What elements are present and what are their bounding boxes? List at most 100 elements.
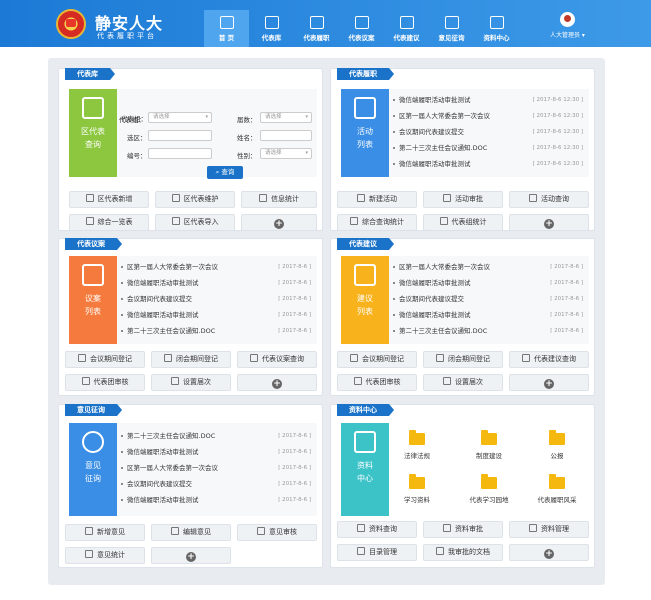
maintain-daibiao-button[interactable]: 区代表维护 — [155, 191, 235, 208]
clipboard-icon — [354, 16, 369, 29]
button-label: 闭会期间登记 — [176, 355, 218, 363]
group-stats-button[interactable]: 代表组统计 — [423, 214, 503, 231]
set-session-button[interactable]: 设置届次 — [151, 374, 231, 391]
session-register-button[interactable]: 会议期间登记 — [337, 351, 417, 368]
list-item[interactable]: 微信端履职活动审批测试 [ 2017-8-6 ] — [119, 493, 315, 508]
list-item[interactable]: 第二十三次主任会议通知.DOC [ 2017-8-6 12:30 ] — [391, 141, 587, 156]
more-button[interactable]: + — [509, 214, 589, 231]
edit-opinion-button[interactable]: 编辑意见 — [151, 524, 231, 541]
gender-select[interactable]: 请选择 ▾ — [260, 148, 312, 159]
home-icon — [219, 16, 234, 29]
list-item[interactable]: 微信端履职活动审批测试 [ 2017-8-6 ] — [391, 308, 587, 323]
bullet — [121, 498, 123, 501]
query-button[interactable]: ⌕ 查询 — [207, 166, 243, 179]
list-item[interactable]: 会议期间代表建议提交 [ 2017-8-6 ] — [119, 477, 315, 492]
list-item[interactable]: 微信端履职活动审批测试 [ 2017-8-6 ] — [119, 276, 315, 291]
more-button[interactable]: + — [151, 547, 231, 564]
folder-icon[interactable] — [409, 474, 425, 489]
new-opinion-button[interactable]: 新增意见 — [65, 524, 145, 541]
nav-ziliao[interactable]: 资料中心 — [474, 10, 519, 47]
group-select[interactable]: 请选择 ▾ — [148, 112, 212, 123]
folder-icon[interactable] — [409, 430, 425, 445]
folder-label[interactable]: 法律法规 — [377, 450, 457, 460]
folder-icon[interactable] — [549, 430, 565, 445]
list-item[interactable]: 第二十三次主任会议通知.DOC [ 2017-8-6 ] — [119, 429, 315, 444]
item-date: [ 2017-8-6 ] — [278, 433, 311, 439]
list-item[interactable]: 区第一届人大常委会第一次会议 [ 2017-8-6 ] — [119, 260, 315, 275]
opinion-stats-button[interactable]: 意见统计 — [65, 547, 145, 564]
list-item[interactable]: 会议期间代表建议提交 [ 2017-8-6 12:30 ] — [391, 125, 587, 140]
block-opinion[interactable]: 意见 征询 — [69, 423, 117, 516]
info-stats-button[interactable]: 信息统计 — [241, 191, 317, 208]
list-item[interactable]: 微信端履职活动审批测试 [ 2017-8-6 ] — [119, 445, 315, 460]
edit-doc-icon — [171, 527, 179, 535]
recess-register-button[interactable]: 闭会期间登记 — [423, 351, 503, 368]
nav-label: 代表履职 — [303, 34, 330, 42]
delegation-review-button[interactable]: 代表团审核 — [65, 374, 145, 391]
name-input[interactable] — [260, 130, 312, 141]
more-button[interactable]: + — [237, 374, 317, 391]
set-session-button[interactable]: 设置届次 — [423, 374, 503, 391]
nav-zhengxun[interactable]: 意见征询 — [429, 10, 474, 47]
nav-daibiaoku[interactable]: 代表库 — [249, 10, 294, 47]
list-item[interactable]: 第二十三次主任会议通知.DOC [ 2017-8-6 ] — [391, 324, 587, 339]
more-button[interactable]: + — [241, 214, 317, 231]
my-approved-docs-button[interactable]: 我审批的文档 — [423, 544, 503, 561]
list-item[interactable]: 微信端履职活动审批测试 [ 2017-8-6 ] — [391, 276, 587, 291]
block-daibiao-query[interactable]: 区代表 查询 — [69, 89, 117, 177]
list-item[interactable]: 会议期间代表建议提交 [ 2017-8-6 ] — [119, 292, 315, 307]
nav-jianyi[interactable]: 代表建议 — [384, 10, 429, 47]
block-activity-list[interactable]: 活动 列表 — [341, 89, 389, 177]
list-item[interactable]: 微信端履职活动审批测试 [ 2017-8-6 ] — [119, 308, 315, 323]
summary-stats-button[interactable]: 综合查询统计 — [337, 214, 417, 231]
session-register-button[interactable]: 会议期间登记 — [65, 351, 145, 368]
district-input[interactable] — [148, 130, 212, 141]
resource-manage-button[interactable]: 资料管理 — [509, 521, 589, 538]
overview-button[interactable]: 综合一览表 — [69, 214, 149, 231]
import-daibiao-button[interactable]: 区代表导入 — [155, 214, 235, 231]
number-input[interactable] — [148, 148, 212, 159]
button-label: 区代表导入 — [183, 218, 219, 226]
review-icon — [257, 527, 265, 535]
catalog-manage-button[interactable]: 目录管理 — [337, 544, 417, 561]
more-button[interactable]: + — [509, 544, 589, 561]
nav-home[interactable]: 首 页 — [204, 10, 249, 47]
resource-approve-button[interactable]: 资料审批 — [423, 521, 503, 538]
button-label: 设置届次 — [183, 378, 211, 386]
plus-icon: + — [544, 549, 554, 559]
search-icon — [529, 194, 537, 202]
suggestion-query-button[interactable]: 代表建议查询 — [509, 351, 589, 368]
new-activity-button[interactable]: 新建活动 — [337, 191, 417, 208]
nav-label: 代表议案 — [348, 34, 375, 42]
delegation-review-button[interactable]: 代表团审核 — [337, 374, 417, 391]
list-item[interactable]: 会议期间代表建议提交 [ 2017-8-6 ] — [391, 292, 587, 307]
more-button[interactable]: + — [509, 374, 589, 391]
list-item[interactable]: 第二十三次主任会议通知.DOC [ 2017-8-6 ] — [119, 324, 315, 339]
proposal-query-button[interactable]: 代表议案查询 — [237, 351, 317, 368]
recess-register-button[interactable]: 闭会期间登记 — [151, 351, 231, 368]
block-proposal-list[interactable]: 议案 列表 — [69, 256, 117, 344]
review-opinion-button[interactable]: 意见审核 — [237, 524, 317, 541]
term-select[interactable]: 请选择 ▾ — [260, 112, 312, 123]
query-activity-button[interactable]: 活动查询 — [509, 191, 589, 208]
nav-lvzhi[interactable]: 代表履职 — [294, 10, 339, 47]
folder-icon[interactable] — [481, 474, 497, 489]
folder-icon[interactable] — [481, 430, 497, 445]
folder-icon[interactable] — [549, 474, 565, 489]
nav-label: 代表库 — [261, 34, 282, 42]
list-item[interactable]: 微信端履职活动审批测试 [ 2017-8-6 12:30 ] — [391, 157, 587, 172]
list-item[interactable]: 微信端履职活动审批测试 [ 2017-8-6 12:30 ] — [391, 93, 587, 108]
add-daibiao-button[interactable]: 区代表新增 — [69, 191, 149, 208]
user-menu[interactable]: 人大管理员 ▾ — [550, 12, 585, 39]
list-item[interactable]: 区第一届人大常委会第一次会议 [ 2017-8-6 ] — [119, 461, 315, 476]
list-item[interactable]: 区第一届人大常委会第一次会议 [ 2017-8-6 12:30 ] — [391, 109, 587, 124]
nav-yian[interactable]: 代表议案 — [339, 10, 384, 47]
chart-icon — [259, 194, 267, 202]
list-item[interactable]: 区第一届人大常委会第一次会议 [ 2017-8-6 ] — [391, 260, 587, 275]
folder-label[interactable]: 代表履职风采 — [517, 494, 597, 504]
approve-activity-button[interactable]: 活动审批 — [423, 191, 503, 208]
folder-label[interactable]: 公报 — [517, 450, 597, 460]
resource-query-button[interactable]: 资料查询 — [337, 521, 417, 538]
folder-label[interactable]: 学习资料 — [377, 494, 457, 504]
block-suggestion-list[interactable]: 建议 列表 — [341, 256, 389, 344]
